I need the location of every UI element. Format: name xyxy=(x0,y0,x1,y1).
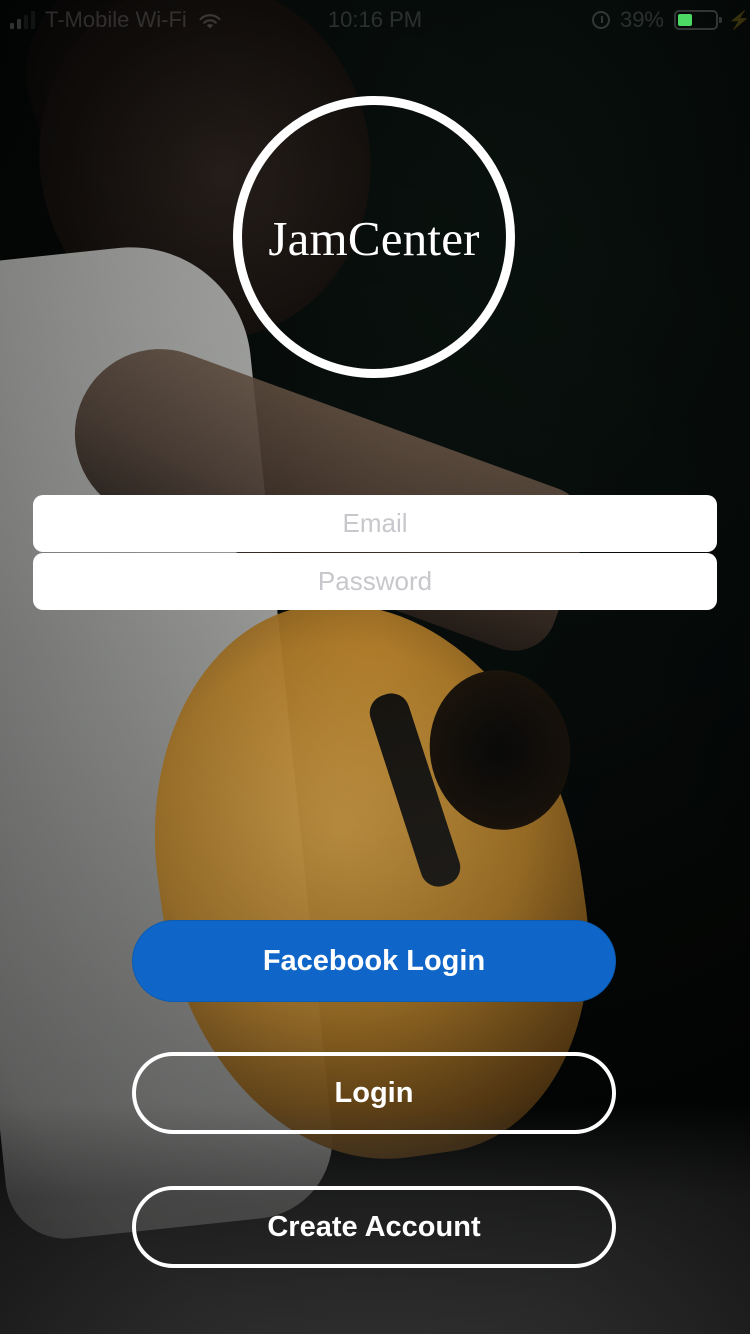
status-bar-right: 39% ⚡ xyxy=(591,0,750,40)
status-bar: T-Mobile Wi-Fi 10:16 PM 39% ⚡ xyxy=(0,0,750,40)
battery-percent: 39% xyxy=(619,7,664,32)
app-logo-text: JamCenter xyxy=(268,210,480,266)
charging-icon: ⚡ xyxy=(728,10,750,30)
create-account-button[interactable]: Create Account xyxy=(132,1186,616,1268)
facebook-login-button[interactable]: Facebook Login xyxy=(132,920,616,1002)
password-field[interactable] xyxy=(33,553,717,610)
battery-fill xyxy=(678,14,692,26)
login-button[interactable]: Login xyxy=(132,1052,616,1134)
email-field[interactable] xyxy=(33,495,717,552)
battery-icon xyxy=(674,10,722,30)
login-form xyxy=(33,495,717,610)
app-logo: JamCenter xyxy=(233,96,515,378)
alarm-icon xyxy=(591,11,610,29)
battery-nub xyxy=(719,17,722,23)
